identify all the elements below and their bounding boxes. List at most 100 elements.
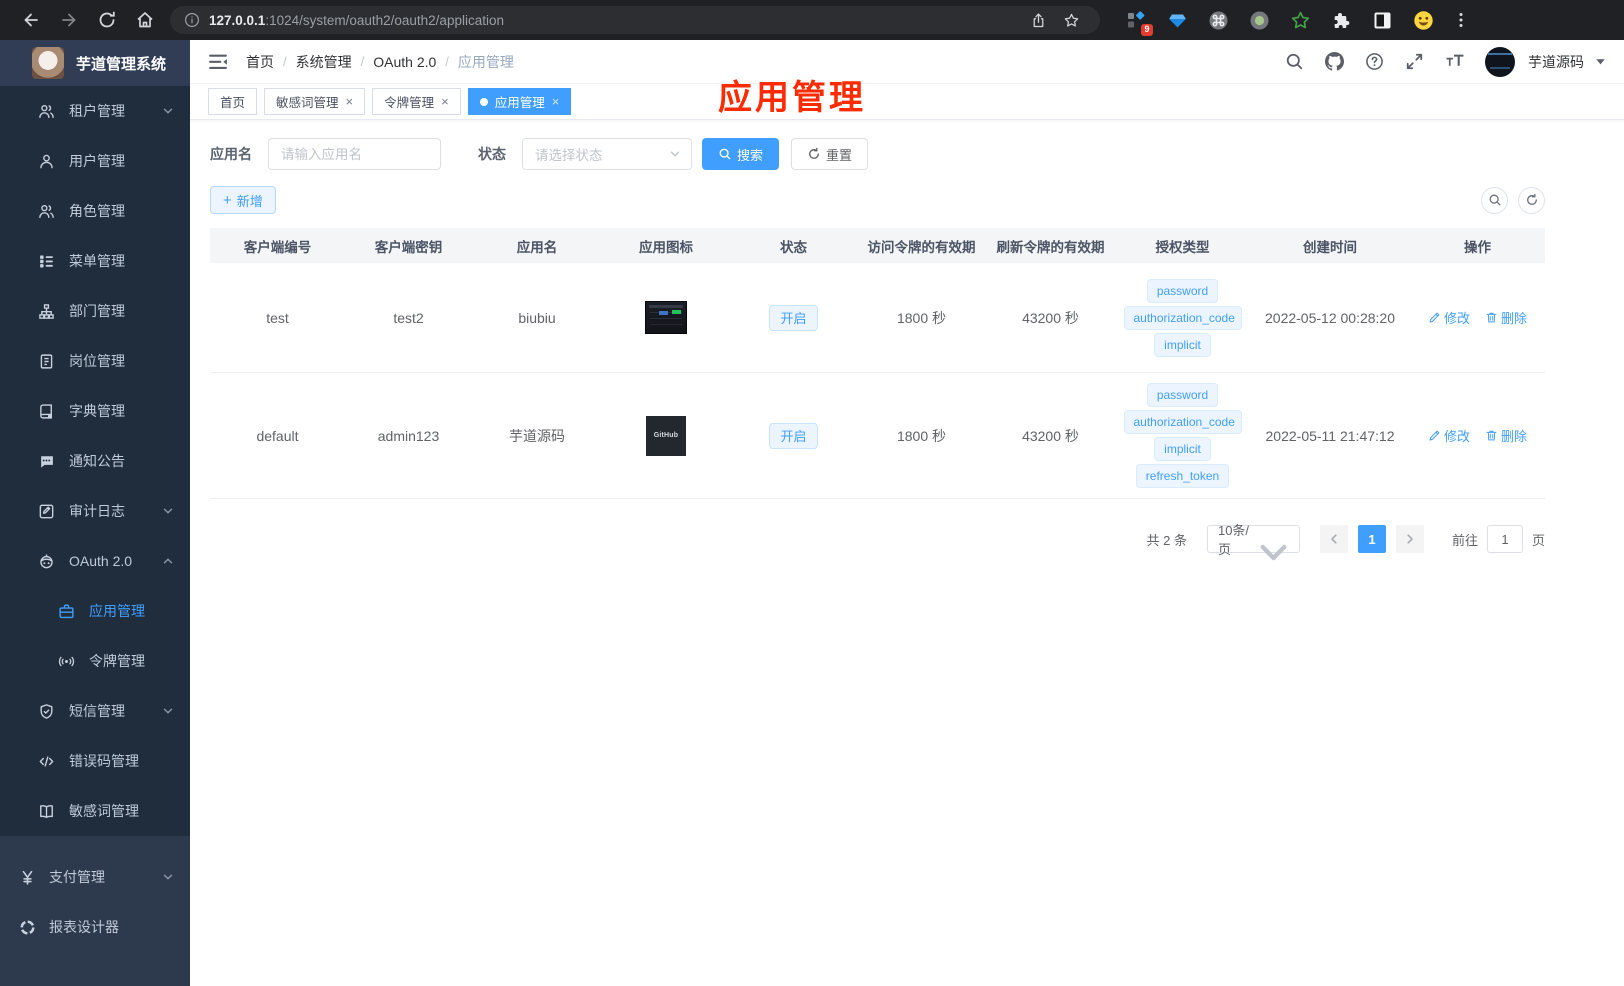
user-name[interactable]: 芋道源码 [1528,52,1584,72]
sidebar-item-2[interactable]: 用户管理 [0,136,190,186]
sidebar-item-13[interactable]: 短信管理 [0,686,190,736]
search-icon[interactable] [1285,52,1304,71]
tab-首页[interactable]: 首页 [208,88,258,115]
extension-contrast-icon[interactable] [1372,10,1393,31]
edit-link[interactable]: 修改 [1428,308,1470,327]
sidebar-item-10[interactable]: OAuth 2.0 [0,536,190,586]
close-tab-icon[interactable]: × [552,95,560,108]
sidebar-item-5[interactable]: 部门管理 [0,286,190,336]
delete-link[interactable]: 删除 [1485,426,1527,445]
extension-grid-icon[interactable]: 9 [1126,10,1153,36]
sidebar-item-label: 应用管理 [89,603,145,619]
url-bar[interactable]: 127.0.0.1:1024/system/oauth2/oauth2/appl… [170,6,1100,34]
sidebar-item-17[interactable]: 报表设计器 [0,902,190,952]
browser-reload-icon[interactable] [97,10,117,30]
chevron-down-icon [162,505,174,517]
sidebar-item-label: 支付管理 [49,869,105,885]
edit-link[interactable]: 修改 [1428,426,1470,445]
sidebar-item-8[interactable]: 通知公告 [0,436,190,486]
sidebar-item-label: 令牌管理 [89,653,145,669]
site-info-icon[interactable] [184,12,200,28]
reset-button[interactable]: 重置 [791,138,869,170]
sidebar-item-4[interactable]: 菜单管理 [0,236,190,286]
bookmark-star-icon[interactable] [1063,12,1080,29]
page-number-button[interactable]: 1 [1357,525,1386,553]
app-name-input[interactable] [268,138,441,170]
sidebar-item-6[interactable]: 岗位管理 [0,336,190,386]
chevron-down-icon [162,871,174,883]
github-icon[interactable] [1325,52,1344,71]
user-avatar[interactable] [1485,46,1515,77]
app-logo-row[interactable]: 芋道管理系统 [0,40,190,86]
sidebar-item-11[interactable]: 应用管理 [0,586,190,636]
sidebar-item-label: 审计日志 [69,503,125,519]
profile-avatar-icon[interactable] [1413,10,1434,31]
help-icon[interactable] [1365,52,1384,71]
breadcrumb-item[interactable]: 系统管理 [296,52,352,72]
browser-home-icon[interactable] [135,10,155,30]
grant-type-tag: authorization_code [1123,410,1242,434]
grant-type-tag: authorization_code [1123,305,1242,330]
extension-record-icon[interactable] [1249,10,1270,31]
close-tab-icon[interactable]: × [346,95,354,108]
sidebar-item-7[interactable]: 字典管理 [0,386,190,436]
users-icon [38,203,55,220]
browser-back-icon[interactable] [21,10,41,30]
status-select[interactable]: 请选择状态 [522,138,692,170]
edit-label: 修改 [1443,311,1470,326]
extension-puzzle-icon[interactable] [1331,10,1352,31]
extension-star-icon[interactable] [1290,10,1311,31]
tab-应用管理[interactable]: 应用管理 × [467,88,572,115]
tab-label: 首页 [220,96,246,110]
tab-令牌管理[interactable]: 令牌管理 × [372,88,461,115]
chevron-up-icon [162,555,174,567]
close-tab-icon[interactable]: × [441,95,449,108]
delete-icon [1485,311,1498,324]
show-search-button[interactable] [1481,186,1508,214]
add-button[interactable]: + 新增 [210,186,276,214]
url-text: 127.0.0.1:1024/system/oauth2/oauth2/appl… [209,12,504,28]
next-page-button[interactable] [1395,525,1424,553]
caret-down-icon[interactable] [1595,56,1606,67]
browser-forward-icon[interactable] [59,10,79,30]
grant-type-tag: password [1146,383,1219,407]
sidebar-item-3[interactable]: 角色管理 [0,186,190,236]
cell-client-id: default [256,427,299,444]
goto-page-input[interactable] [1486,525,1523,553]
dict-icon [38,403,55,420]
cell-client-id: test [266,309,289,326]
cell-actions: 修改 删除 [1410,426,1545,445]
column-header: 应用名 [516,239,558,255]
book-icon [38,803,55,820]
page-size-select[interactable]: 10条/页 [1206,523,1300,560]
delete-link[interactable]: 删除 [1485,308,1527,327]
collapse-sidebar-icon[interactable] [208,53,228,71]
extension-command-icon[interactable] [1208,10,1229,31]
extension-gem-icon[interactable] [1167,10,1188,31]
column-header: 状态 [780,239,807,255]
cell-client-secret: admin123 [377,427,440,444]
sidebar-item-12[interactable]: 令牌管理 [0,636,190,686]
column-header: 刷新令牌的有效期 [996,239,1105,255]
cell-refresh-ttl: 43200 秒 [1022,309,1079,326]
refresh-table-button[interactable] [1518,186,1545,214]
sidebar-item-9[interactable]: 审计日志 [0,486,190,536]
sidebar-item-14[interactable]: 错误码管理 [0,736,190,786]
share-icon[interactable] [1030,12,1047,29]
pagination: 共 2 条 10条/页 1 前往 页 [210,523,1545,560]
font-size-icon[interactable] [1445,52,1464,71]
breadcrumb-item[interactable]: OAuth 2.0 [373,54,436,70]
prev-page-button[interactable] [1319,525,1348,553]
breadcrumb-item[interactable]: 首页 [246,52,274,72]
search-button[interactable]: 搜索 [702,138,780,170]
delete-icon [1485,429,1498,442]
sidebar-item-16[interactable]: 支付管理 [0,852,190,902]
browser-menu-icon[interactable] [1452,11,1470,29]
cell-actions: 修改 删除 [1410,308,1545,327]
briefcase-icon [58,603,75,620]
sidebar-item-15[interactable]: 敏感词管理 [0,786,190,836]
fullscreen-icon[interactable] [1405,52,1424,71]
tab-敏感词管理[interactable]: 敏感词管理 × [264,88,366,115]
sidebar-item-1[interactable]: 租户管理 [0,86,190,136]
cell-status: 开启 [730,422,857,449]
